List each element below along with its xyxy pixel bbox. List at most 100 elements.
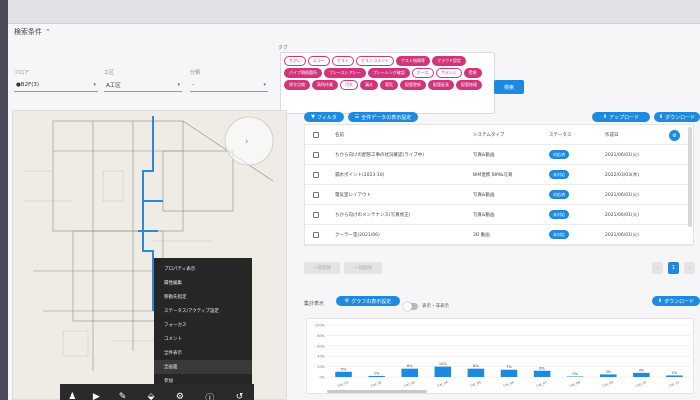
bulk-delete-button[interactable]: 一括削除 <box>344 262 382 274</box>
chart-visibility-toggle[interactable] <box>403 302 418 311</box>
bar-value-label: 10% <box>439 362 447 366</box>
menu-item-move-target[interactable]: 移動先指定 <box>154 290 252 304</box>
chart-bar[interactable] <box>434 366 452 377</box>
tag-chip[interactable]: ちがい <box>284 56 306 66</box>
header-name[interactable]: 名前 <box>335 132 344 138</box>
menu-item-show-all[interactable]: 全件表示 <box>154 346 252 360</box>
table-row[interactable]: ちから向けのメンテナンス(写真修正) 写真&動画 未対応 2021/06/01(火) <box>305 205 693 225</box>
left-sidebar-strip <box>0 0 8 400</box>
camera-icon[interactable]: ▶ <box>93 392 100 400</box>
menu-item-focus[interactable]: フォーカス <box>154 318 252 332</box>
chart-bar[interactable] <box>401 368 418 377</box>
row-checkbox[interactable] <box>313 151 319 158</box>
table-row[interactable]: クーラー室(2021/06) 3D 動画 未対応 2021/06/01(火) <box>305 225 693 245</box>
chart-settings-button[interactable]: ⚙ グラフの表示設定 <box>336 296 400 306</box>
tag-label: タグ <box>278 45 289 51</box>
layers-icon[interactable]: ⬙ <box>148 392 155 400</box>
chart-bar[interactable] <box>500 369 518 377</box>
menu-item-properties[interactable]: プロパティ表示 <box>154 262 252 276</box>
tag-chip[interactable]: 配管更新 <box>400 80 426 90</box>
area-select[interactable]: A工区 ▾ <box>104 78 182 92</box>
tag-chip[interactable]: パイプ損傷箇所 <box>284 68 322 78</box>
tag-chip[interactable]: 高所作業 <box>312 80 338 90</box>
x-tick-label: Cat_06 <box>503 380 515 388</box>
floor-select-value: ●B2F(3) <box>16 81 40 88</box>
section-header[interactable]: 検索条件 ⌃ <box>14 27 51 37</box>
bar-value-label: 8% <box>473 364 479 368</box>
chevron-right-icon[interactable]: › <box>684 262 695 274</box>
chart-bar[interactable] <box>467 368 485 377</box>
chart-bar[interactable] <box>666 375 683 377</box>
floor-select[interactable]: ●B2F(3) ▾ <box>14 78 98 92</box>
menu-item-status-settings[interactable]: ステータス/アクティブ設定 <box>154 304 252 318</box>
filter-button[interactable]: ▼ フィルタ <box>304 112 344 122</box>
chart-download-label: ダウンロード <box>664 298 695 305</box>
menu-item-edit-attributes[interactable]: 属性編集 <box>154 276 252 290</box>
tag-chip[interactable]: ホース <box>411 68 434 78</box>
upload-button[interactable]: ⬆ アップロード <box>592 112 650 122</box>
x-tick-label: Cat_04 <box>437 380 449 388</box>
tag-chip[interactable]: 電気 <box>380 80 398 90</box>
chart-bar[interactable] <box>600 374 617 377</box>
chart-bar[interactable] <box>368 375 385 377</box>
tag-chip[interactable]: ゲスト指摘等 <box>396 56 430 66</box>
header-status[interactable]: ステータス <box>549 132 572 138</box>
tag-chip[interactable]: 配管修理 <box>456 80 482 90</box>
table-row[interactable]: ちから向けの配管工事の状況確認(ライブ中) 写真&動画 対応済 2021/06/01(… <box>305 145 693 165</box>
chart-settings-label: グラフの表示設定 <box>351 298 392 305</box>
chart-bar[interactable] <box>633 372 650 377</box>
tag-chip[interactable]: エラー <box>308 56 330 66</box>
chevron-up-icon[interactable]: ⌃ <box>45 28 51 36</box>
settings-icon[interactable]: ⚙ <box>176 392 184 400</box>
show-all-settings-button[interactable]: ☰ 全件データの表示設定 <box>348 112 418 122</box>
tag-chip[interactable]: 漏水 <box>360 80 378 90</box>
row-name[interactable]: ちから向けのメンテナンス(写真修正) <box>335 212 410 218</box>
tag-chip[interactable]: 受領 <box>463 68 482 78</box>
tag-chip[interactable]: フランジ <box>435 68 462 78</box>
chart-download-button[interactable]: ⬇ ダウンロード <box>652 296 700 306</box>
row-name[interactable]: 電気室レイアウト <box>335 192 371 198</box>
table-row[interactable]: 電気室レイアウト 写真&動画 対応済 2021/06/01(火) <box>305 185 693 205</box>
tag-chip[interactable]: ブレースレアレー <box>324 68 366 78</box>
status-badge: 未対応 <box>549 210 569 219</box>
info-icon[interactable]: ⓘ <box>205 391 214 400</box>
list-icon: ☰ <box>354 114 360 120</box>
download-button[interactable]: ⬇ ダウンロード <box>654 112 700 122</box>
tag-chip[interactable]: 汚れ <box>340 80 358 90</box>
category-select[interactable]: - ▾ <box>190 78 268 92</box>
tag-chip[interactable]: 配管延長 <box>428 80 454 90</box>
tag-chip[interactable]: クラウド設定 <box>432 56 466 66</box>
chart-bar[interactable] <box>335 371 352 377</box>
header-type[interactable]: システムタイプ <box>473 132 504 138</box>
tag-chip[interactable]: ゲスト <box>332 56 354 66</box>
settings-icon[interactable]: ⚙ <box>669 130 680 141</box>
table-row[interactable]: 漏水ポイント(2023-10) BIM連携 BIM&写真 未対応 2022/03/03… <box>305 165 693 185</box>
pencil-icon[interactable]: ✎ <box>119 392 127 400</box>
tag-chip[interactable]: 保守点検 <box>284 80 310 90</box>
header-date[interactable]: 作成日 <box>605 132 619 138</box>
row-name[interactable]: クーラー室(2021/06) <box>335 232 380 238</box>
x-tick-label: Cat_02 <box>370 380 382 388</box>
bulk-register-button[interactable]: 一括登録 <box>304 262 340 274</box>
menu-item-fullscreen[interactable]: 全画面 <box>154 360 252 374</box>
tag-chip[interactable]: ブレーシング確認 <box>367 68 410 78</box>
menu-item-comment[interactable]: コメント <box>154 332 252 346</box>
person-icon[interactable]: ♟ <box>68 392 76 400</box>
undo-icon[interactable]: ↺ <box>236 392 244 400</box>
row-name[interactable]: ちから向けの配管工事の状況確認(ライブ中) <box>335 152 424 158</box>
search-button[interactable]: 検索 <box>494 80 524 94</box>
page-number-button[interactable]: 1 <box>668 262 679 274</box>
chevron-left-icon[interactable]: ‹ <box>652 262 663 274</box>
x-tick-label: Cat_09 <box>602 380 614 388</box>
tag-chip[interactable]: ゲストコメント <box>356 56 394 66</box>
chart-scrollbar[interactable] <box>327 390 427 393</box>
row-checkbox[interactable] <box>313 191 319 198</box>
row-checkbox[interactable] <box>313 231 319 238</box>
table-scrollbar[interactable] <box>688 127 692 227</box>
row-name[interactable]: 漏水ポイント(2023-10) <box>335 172 384 178</box>
row-checkbox[interactable] <box>313 171 319 178</box>
select-all-checkbox[interactable] <box>313 131 319 138</box>
row-checkbox[interactable] <box>313 211 319 218</box>
chart-bar[interactable] <box>533 370 551 377</box>
chart-bar[interactable] <box>566 376 584 377</box>
